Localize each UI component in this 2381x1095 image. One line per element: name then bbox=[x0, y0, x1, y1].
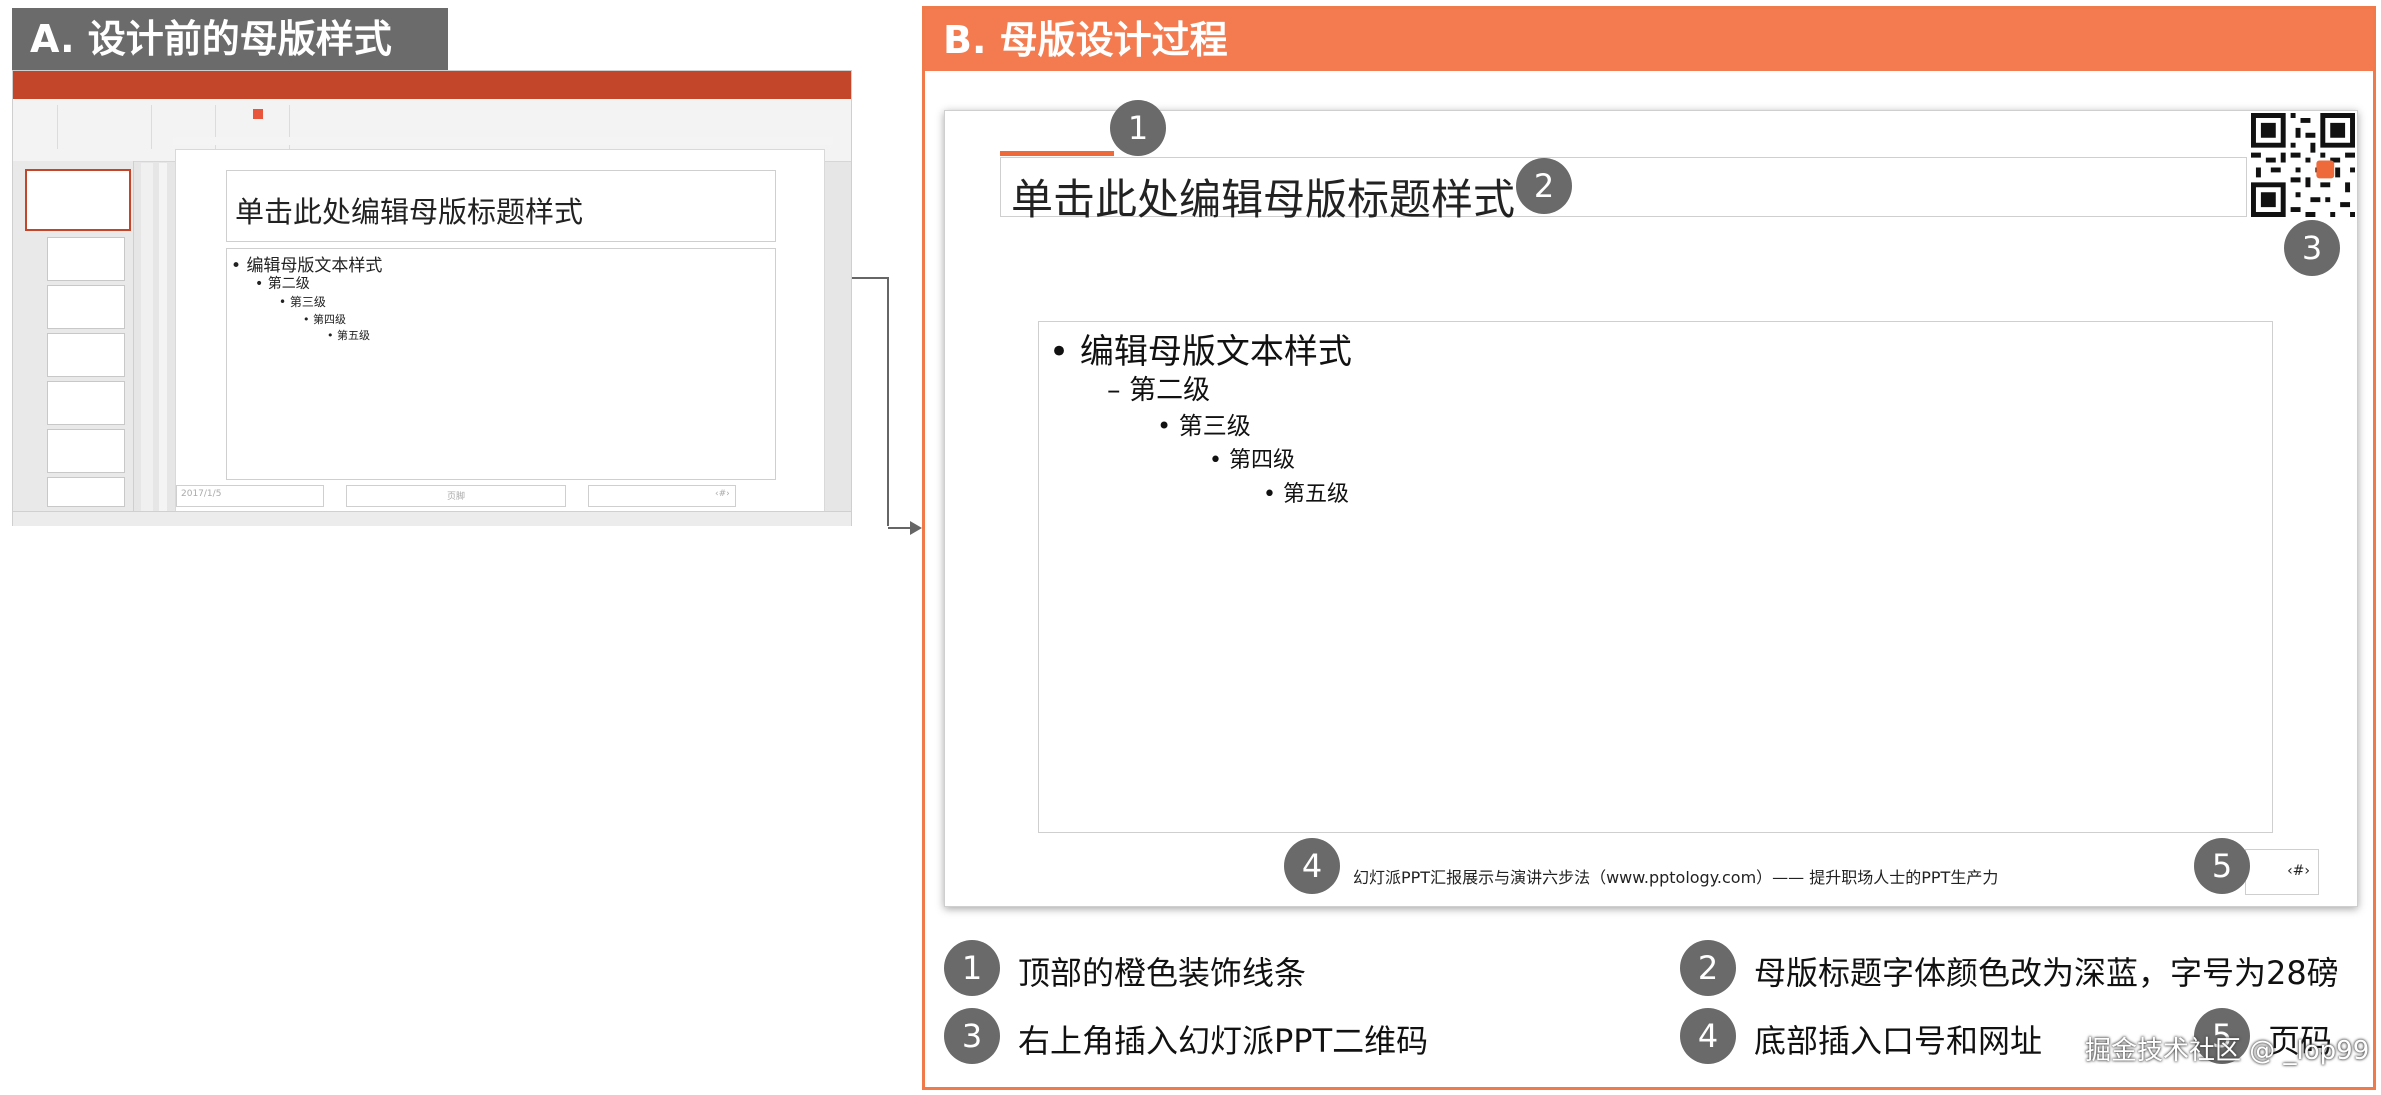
body-level-1: • 编辑母版文本样式 bbox=[1049, 332, 1352, 372]
callout-badge-5: 5 bbox=[2194, 838, 2250, 894]
body-level-3: • 第三级 bbox=[1157, 412, 1251, 440]
page-number-placeholder[interactable]: ‹#› bbox=[588, 485, 736, 507]
legend-text-4: 底部插入口号和网址 bbox=[1754, 1022, 2043, 1060]
body-level-4: • 第四级 bbox=[1209, 448, 1295, 473]
thumbnail-layout[interactable] bbox=[47, 237, 125, 281]
ribbon-close-master-icon[interactable] bbox=[253, 109, 263, 119]
arrow-right-icon bbox=[888, 521, 922, 535]
legend-badge-4: 4 bbox=[1680, 1008, 1736, 1064]
legend-text-3: 右上角插入幻灯派PPT二维码 bbox=[1018, 1022, 1429, 1060]
legend-text-1: 顶部的橙色装饰线条 bbox=[1018, 954, 1307, 992]
body-level-2: – 第二级 bbox=[1107, 375, 1211, 406]
designed-master-slide[interactable]: 单击此处编辑母版标题样式 • 编辑母版文本样式 – 第二级 • 第三级 • 第四… bbox=[944, 110, 2358, 907]
master-title-text: 单击此处编辑母版标题样式 bbox=[235, 195, 584, 229]
master-body-placeholder[interactable]: • 编辑母版文本样式 • 第二级 • 第三级 • 第四级 • 第五级 bbox=[226, 248, 776, 480]
master-title-text: 单击此处编辑母版标题样式 bbox=[1011, 175, 1516, 224]
ribbon-group[interactable] bbox=[17, 105, 58, 149]
ribbon-group[interactable] bbox=[61, 105, 152, 149]
legend-badge-2: 2 bbox=[1680, 940, 1736, 996]
vertical-ruler bbox=[159, 163, 167, 511]
horizontal-ruler bbox=[173, 137, 833, 145]
thumbnail-layout[interactable] bbox=[47, 333, 125, 377]
watermark: 掘金技术社区 @ _lop99 bbox=[2085, 1036, 2370, 1066]
orange-decor-line bbox=[1000, 151, 1114, 156]
body-level-4: • 第四级 bbox=[303, 313, 346, 326]
callout-badge-4: 4 bbox=[1284, 838, 1340, 894]
thumbnail-layout[interactable] bbox=[47, 381, 125, 425]
thumbnails-scrollbar[interactable] bbox=[141, 163, 153, 511]
body-level-3: • 第三级 bbox=[279, 295, 326, 309]
ppt-statusbar bbox=[13, 511, 851, 526]
legend-badge-1: 1 bbox=[944, 940, 1000, 996]
slide-thumbnails-pane bbox=[13, 161, 134, 511]
body-level-5: • 第五级 bbox=[1263, 482, 1349, 507]
section-a-header: A. 设计前的母版样式 bbox=[12, 8, 448, 70]
thumbnail-master[interactable] bbox=[25, 169, 131, 231]
legend-badge-3: 3 bbox=[944, 1008, 1000, 1064]
callout-badge-2: 2 bbox=[1516, 158, 1572, 214]
ppt-ribbon-tabs[interactable] bbox=[13, 85, 851, 99]
thumbnail-layout[interactable] bbox=[47, 429, 125, 473]
footer-placeholder[interactable]: 页脚 bbox=[346, 485, 566, 507]
thumbnail-layout[interactable] bbox=[47, 285, 125, 329]
page-number-placeholder[interactable]: ‹#› bbox=[2245, 849, 2319, 895]
master-title-placeholder[interactable]: 单击此处编辑母版标题样式 bbox=[226, 170, 776, 242]
ppt-titlebar bbox=[13, 71, 851, 85]
slide-canvas[interactable]: 单击此处编辑母版标题样式 • 编辑母版文本样式 • 第二级 • 第三级 • 第四… bbox=[175, 149, 825, 513]
thumbnail-layout[interactable] bbox=[47, 477, 125, 507]
callout-badge-1: 1 bbox=[1110, 100, 1166, 156]
callout-badge-3: 3 bbox=[2284, 220, 2340, 276]
legend-text-2: 母版标题字体颜色改为深蓝，字号为28磅 bbox=[1754, 954, 2339, 992]
date-placeholder[interactable]: 2017/1/5 bbox=[176, 485, 324, 507]
section-b-header: B. 母版设计过程 bbox=[925, 9, 2373, 71]
body-level-2: • 第二级 bbox=[255, 276, 310, 292]
connector-arrow bbox=[852, 277, 889, 526]
powerpoint-window: 单击此处编辑母版标题样式 • 编辑母版文本样式 • 第二级 • 第三级 • 第四… bbox=[12, 70, 852, 526]
qr-code-icon bbox=[2251, 113, 2355, 217]
body-level-5: • 第五级 bbox=[327, 329, 370, 342]
master-body-placeholder[interactable]: • 编辑母版文本样式 – 第二级 • 第三级 • 第四级 • 第五级 bbox=[1038, 321, 2273, 833]
footer-slogan: 幻灯派PPT汇报展示与演讲六步法（www.pptology.com）—— 提升职… bbox=[1353, 868, 1999, 887]
master-title-placeholder[interactable]: 单击此处编辑母版标题样式 bbox=[1000, 157, 2247, 224]
